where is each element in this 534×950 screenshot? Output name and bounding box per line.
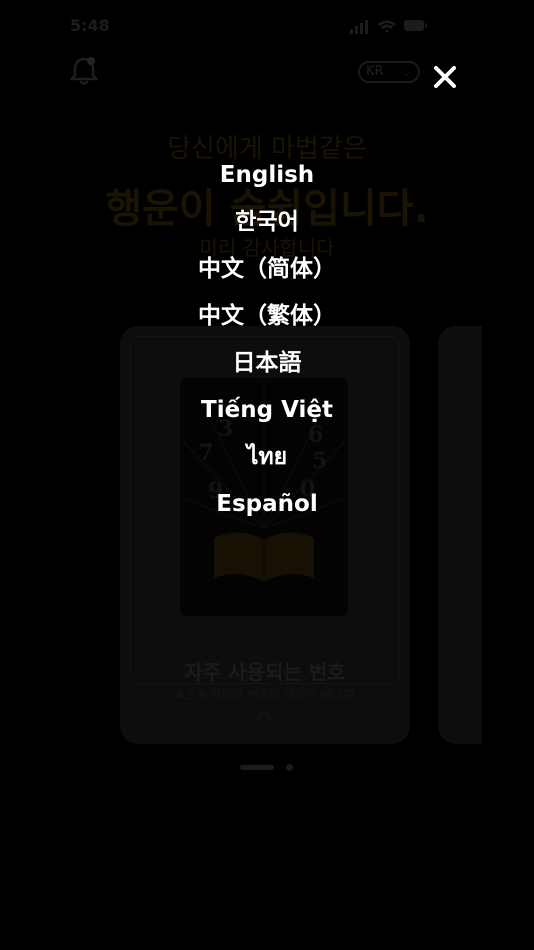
- language-option-vietnamese[interactable]: Tiếng Việt: [0, 387, 534, 434]
- language-option-chinese-traditional[interactable]: 中文（繁体）: [0, 293, 534, 340]
- close-icon[interactable]: [430, 62, 460, 92]
- language-option-thai[interactable]: ไทย: [0, 434, 534, 481]
- language-option-japanese[interactable]: 日本語: [0, 340, 534, 387]
- language-menu-overlay: English 한국어 中文（简体） 中文（繁体） 日本語 Tiếng Việt…: [0, 0, 534, 950]
- language-list: English 한국어 中文（简体） 中文（繁体） 日本語 Tiếng Việt…: [0, 152, 534, 528]
- language-option-korean[interactable]: 한국어: [0, 199, 534, 246]
- screen: 5:48 KR ⌵ 당신에게 마법같은 행운이 숨쉽입니다. 미리 감사합니다: [0, 0, 534, 950]
- language-option-spanish[interactable]: Español: [0, 481, 534, 528]
- language-option-english[interactable]: English: [0, 152, 534, 199]
- language-option-chinese-simplified[interactable]: 中文（简体）: [0, 246, 534, 293]
